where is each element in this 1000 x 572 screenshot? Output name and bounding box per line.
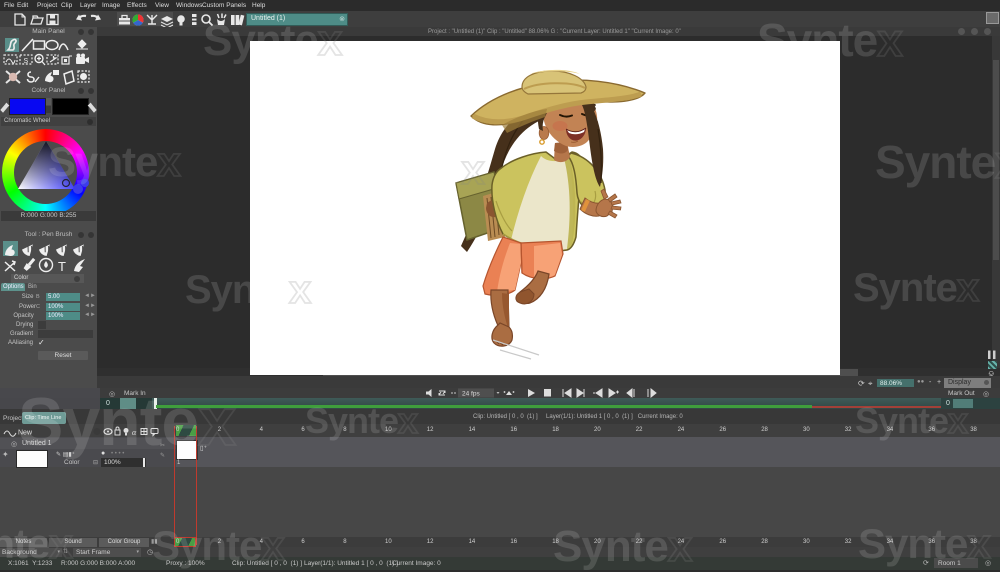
svg-text:New: New xyxy=(18,430,33,437)
svg-text:S: S xyxy=(24,58,29,65)
svg-text:24 fps: 24 fps xyxy=(462,391,480,398)
svg-text:T: T xyxy=(58,259,66,274)
svg-text:α: α xyxy=(132,428,137,437)
